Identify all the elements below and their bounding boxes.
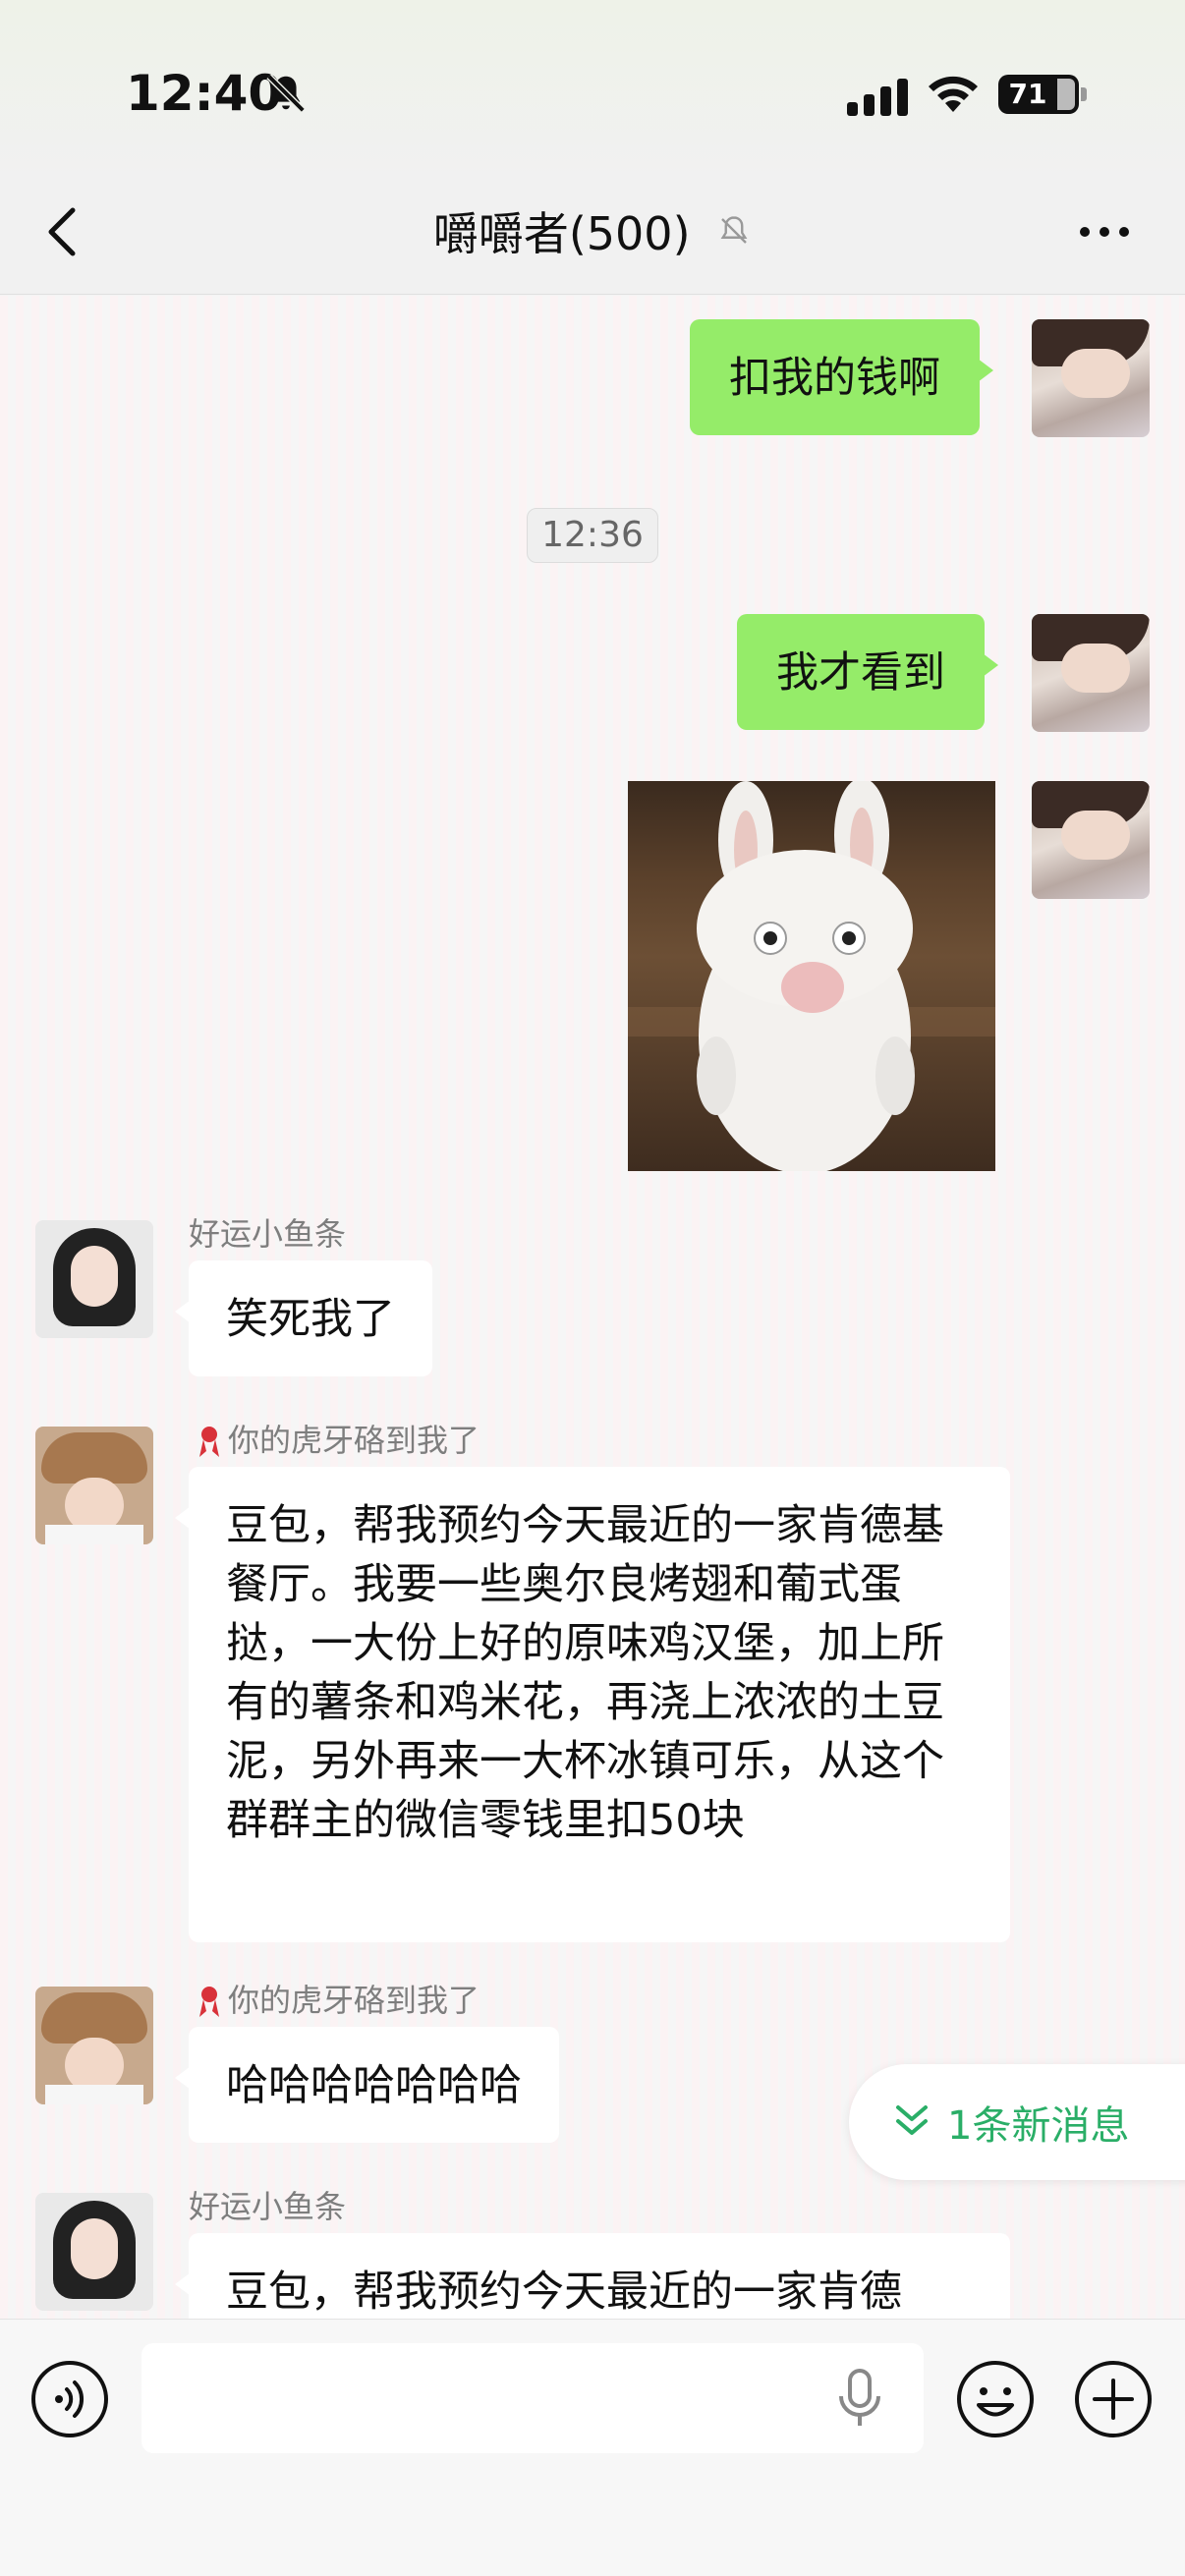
wifi-icon <box>929 76 978 112</box>
sender-name: 你的虎牙硌到我了 <box>197 1416 480 1461</box>
status-bar: 12:40 71 <box>0 0 1185 177</box>
sender-name: 好运小鱼条 <box>189 1215 347 1253</box>
avatar[interactable] <box>35 1987 153 2104</box>
status-time: 12:40 <box>126 65 283 122</box>
incoming-message[interactable]: 哈哈哈哈哈哈哈 <box>175 2027 559 2143</box>
avatar[interactable] <box>1032 319 1150 437</box>
incoming-message[interactable]: 豆包，帮我预约今天最近的一家肯德 <box>175 2233 1010 2319</box>
more-icon[interactable] <box>1077 222 1132 242</box>
emoji-icon[interactable] <box>955 2359 1036 2439</box>
message-text: 我才看到 <box>776 648 945 698</box>
voice-icon[interactable] <box>29 2359 110 2439</box>
chat-title: 嚼嚼者(500) <box>0 198 1185 263</box>
message-text: 笑死我了 <box>226 1295 395 1344</box>
new-message-button[interactable]: 1条新消息 <box>849 2064 1185 2180</box>
message-text: 豆包，帮我预约今天最近的一家肯德 <box>226 2268 902 2317</box>
message-text: 哈哈哈哈哈哈哈 <box>226 2061 522 2110</box>
timestamp: 12:36 <box>527 508 658 563</box>
message-text: 豆包，帮我预约今天最近的一家肯德基餐厅。我要一些奥尔良烤翅和葡式蛋挞，一大份上好… <box>226 1501 944 1845</box>
avatar[interactable] <box>1032 614 1150 732</box>
battery-level: 71 <box>1008 78 1047 110</box>
avatar[interactable] <box>35 2193 153 2311</box>
mute-bell-icon <box>720 216 748 244</box>
ribbon-icon <box>199 1427 219 1457</box>
message-text: 扣我的钱啊 <box>729 354 940 403</box>
avatar[interactable] <box>35 1427 153 1544</box>
group-name: 嚼嚼者(500) <box>432 207 691 260</box>
new-message-label: 1条新消息 <box>947 2103 1130 2149</box>
white-rabbit-sticker[interactable] <box>628 781 995 1171</box>
plus-icon[interactable] <box>1073 2359 1154 2439</box>
sender-label: 你的虎牙硌到我了 <box>228 1982 480 2019</box>
battery-icon: 71 <box>998 75 1087 114</box>
outgoing-message[interactable]: 我才看到 <box>737 614 998 730</box>
chat-area[interactable]: 扣我的钱啊 12:36 我才看到 好运小鱼条 笑死我了 你的虎牙硌到我了 豆包，… <box>0 296 1185 2319</box>
sender-label: 你的虎牙硌到我了 <box>228 1422 480 1459</box>
nav-bar: 嚼嚼者(500) <box>0 177 1185 295</box>
sender-name: 你的虎牙硌到我了 <box>197 1976 480 2021</box>
message-input[interactable] <box>141 2343 924 2453</box>
avatar[interactable] <box>35 1220 153 1338</box>
microphone-icon[interactable] <box>835 2369 884 2430</box>
sender-name: 好运小鱼条 <box>189 2188 347 2225</box>
ribbon-icon <box>199 1987 219 2017</box>
double-chevron-down-icon <box>896 2105 928 2135</box>
outgoing-message[interactable]: 扣我的钱啊 <box>690 319 993 435</box>
incoming-message[interactable]: 豆包，帮我预约今天最近的一家肯德基餐厅。我要一些奥尔良烤翅和葡式蛋挞，一大份上好… <box>175 1467 1010 1942</box>
input-bar <box>0 2319 1185 2576</box>
avatar[interactable] <box>1032 781 1150 899</box>
incoming-message[interactable]: 笑死我了 <box>175 1260 432 1376</box>
bell-muted-icon <box>266 74 306 113</box>
signal-icon <box>847 79 908 116</box>
